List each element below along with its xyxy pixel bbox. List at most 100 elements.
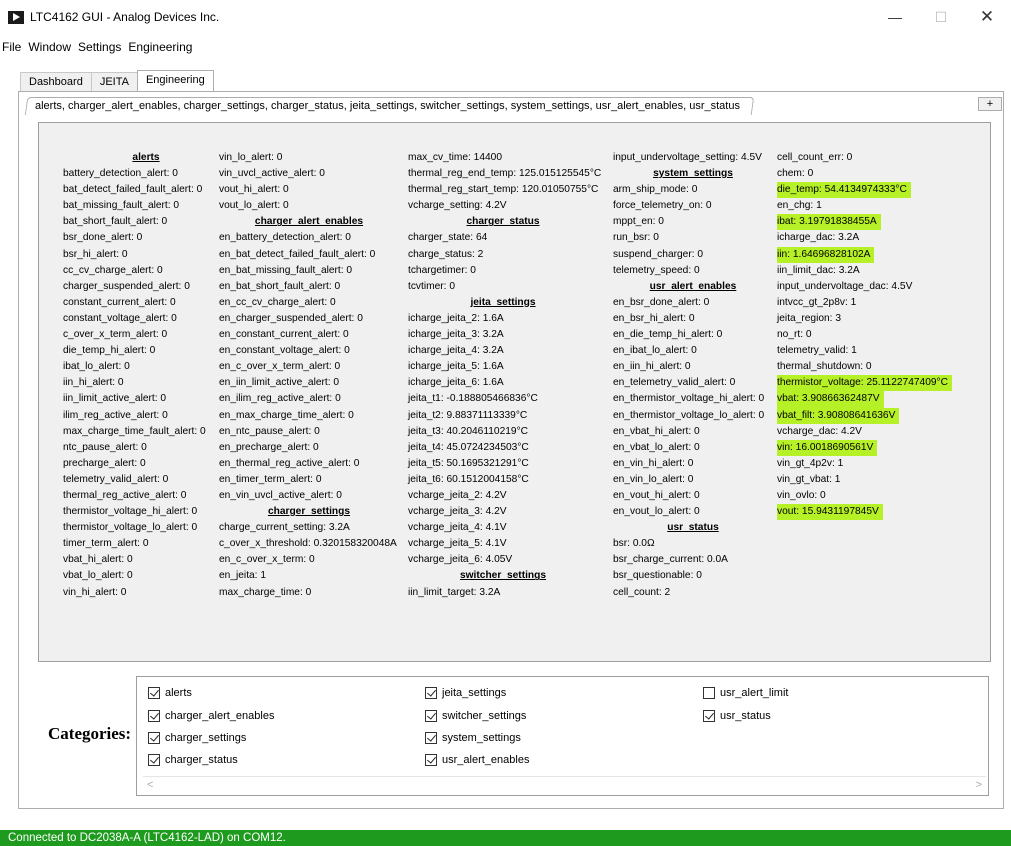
checkbox-usr-alert-limit[interactable]: usr_alert_limit: [703, 686, 788, 700]
menu-window[interactable]: Window: [28, 40, 78, 58]
register-value: jeita_region: 3: [777, 312, 842, 324]
checkbox-box[interactable]: [148, 754, 160, 766]
register-value: icharge_jeita_3: 3.2A: [408, 329, 504, 341]
register-value: vin_lo_alert: 0: [219, 152, 283, 163]
section-header: alerts: [132, 152, 160, 163]
checkbox-box[interactable]: [425, 710, 437, 722]
checkbox-alerts[interactable]: alerts: [148, 686, 192, 700]
register-value: iin_limit_target: 3.2A: [408, 586, 501, 598]
section-header: switcher_settings: [459, 570, 547, 582]
register-value: vbat_lo_alert: 0: [63, 570, 133, 582]
checkbox-usr-alert-enables[interactable]: usr_alert_enables: [425, 753, 529, 767]
minimize-button[interactable]: —: [872, 0, 918, 34]
checkbox-box[interactable]: [148, 732, 160, 744]
register-value: icharge_jeita_4: 3.2A: [408, 345, 504, 357]
checkbox-box[interactable]: [148, 710, 160, 722]
scroll-left-icon[interactable]: <: [147, 779, 153, 791]
section-header: usr_alert_enables: [649, 280, 737, 292]
register-value: en_vin_hi_alert: 0: [613, 457, 694, 469]
checkbox-system-settings[interactable]: system_settings: [425, 731, 521, 745]
checkbox-charger-status[interactable]: charger_status: [148, 753, 238, 767]
tab-jeita[interactable]: JEITA: [90, 72, 138, 91]
menu-settings[interactable]: Settings: [78, 40, 128, 58]
data-column-2: vin_lo_alert: 0 vin_uvcl_active_alert: 0 v…: [219, 150, 399, 601]
register-value: ntc_pause_alert: 0: [63, 441, 147, 453]
data-column-1: alerts battery_detection_alert: 0 bat_dete…: [63, 150, 229, 601]
section-header: usr_status: [667, 522, 719, 534]
register-value: en_battery_detection_alert: 0: [219, 232, 351, 244]
register-value: en_iin_limit_active_alert: 0: [219, 377, 340, 389]
register-value: bsr_done_alert: 0: [63, 232, 143, 244]
register-value: iin_limit_active_alert: 0: [63, 393, 167, 405]
register-value: thermistor_voltage_hi_alert: 0: [63, 506, 198, 518]
section-header: charger_alert_enables: [254, 216, 364, 228]
register-value: tcvtimer: 0: [408, 280, 455, 292]
add-tab-button[interactable]: +: [978, 97, 1002, 111]
register-value: vin: 16.0018690561V: [777, 439, 977, 456]
section-header: charger_settings: [267, 506, 351, 518]
horizontal-scrollbar[interactable]: < >: [143, 776, 986, 792]
register-value: en_vin_uvcl_active_alert: 0: [219, 489, 342, 501]
register-value: en_bat_short_fault_alert: 0: [219, 280, 341, 292]
menu-bar: File Window Settings Engineering: [0, 40, 199, 58]
register-value: chem: 0: [777, 168, 814, 180]
register-value: run_bsr: 0: [613, 232, 659, 244]
register-value: thermal_reg_end_temp: 125.015125545°C: [408, 168, 602, 180]
telemetry-highlight: ibat: 3.19791838455A: [777, 214, 881, 231]
category-tab[interactable]: alerts, charger_alert_enables, charger_s…: [24, 97, 755, 115]
register-value: en_vbat_hi_alert: 0: [613, 425, 700, 437]
register-value: en_c_over_x_term_alert: 0: [219, 361, 341, 373]
register-value: ibat_lo_alert: 0: [63, 361, 130, 373]
register-value: thermal_shutdown: 0: [777, 361, 872, 373]
register-value: charge_current_setting: 3.2A: [219, 522, 350, 534]
checkbox-box[interactable]: [425, 732, 437, 744]
checkbox-box[interactable]: [425, 687, 437, 699]
checkbox-jeita-settings[interactable]: jeita_settings: [425, 686, 506, 700]
register-value: en_bsr_done_alert: 0: [613, 296, 710, 308]
checkbox-box[interactable]: [148, 687, 160, 699]
checkbox-box[interactable]: [703, 687, 715, 699]
checkbox-box[interactable]: [425, 754, 437, 766]
scroll-right-icon[interactable]: >: [976, 779, 982, 791]
checkbox-box[interactable]: [703, 710, 715, 722]
register-value: thermal_reg_active_alert: 0: [63, 489, 187, 501]
checkbox-label: usr_status: [720, 710, 771, 722]
register-value: jeita_t4: 45.0724234503°C: [408, 441, 529, 453]
register-value: intvcc_gt_2p8v: 1: [777, 296, 857, 308]
tab-dashboard[interactable]: Dashboard: [20, 72, 92, 91]
register-value: vcharge_jeita_3: 4.2V: [408, 506, 507, 518]
data-column-4: input_undervoltage_setting: 4.5V system_s…: [613, 150, 773, 601]
register-value: force_telemetry_on: 0: [613, 200, 712, 212]
register-value: max_charge_time_fault_alert: 0: [63, 425, 206, 437]
tab-engineering[interactable]: Engineering: [136, 70, 214, 91]
checkbox-charger-alert-enables[interactable]: charger_alert_enables: [148, 709, 274, 723]
register-value: icharge_dac: 3.2A: [777, 232, 860, 244]
checkbox-label: jeita_settings: [442, 687, 507, 699]
register-value: cc_cv_charge_alert: 0: [63, 264, 163, 276]
telemetry-highlight: vbat: 3.90866362487V: [777, 391, 884, 408]
close-button[interactable]: ✕: [964, 0, 1010, 34]
menu-file[interactable]: File: [0, 40, 28, 58]
register-data-panel: alerts battery_detection_alert: 0 bat_dete…: [38, 122, 991, 662]
register-value: en_c_over_x_term: 0: [219, 554, 315, 566]
maximize-button[interactable]: ☐: [918, 0, 964, 34]
register-value: thermistor_voltage: 25.1122747409°C: [777, 375, 977, 392]
register-value: en_vout_hi_alert: 0: [613, 489, 700, 501]
register-value: bat_short_fault_alert: 0: [63, 216, 168, 228]
register-value: vin_ovlo: 0: [777, 489, 826, 501]
register-value: en_vout_lo_alert: 0: [613, 506, 700, 518]
register-value: ilim_reg_active_alert: 0: [63, 409, 168, 421]
status-bar: Connected to DC2038A-A (LTC4162-LAD) on …: [0, 830, 1011, 846]
data-column-5: cell_count_err: 0 chem: 0 die_temp: 54.413…: [777, 150, 977, 521]
menu-engineering[interactable]: Engineering: [128, 40, 199, 58]
register-value: jeita_t2: 9.88371113339°C: [408, 409, 528, 421]
checkbox-label: usr_alert_limit: [720, 687, 789, 699]
register-value: input_undervoltage_setting: 4.5V: [613, 152, 762, 163]
checkbox-label: charger_alert_enables: [165, 710, 275, 722]
register-value: vin_uvcl_active_alert: 0: [219, 168, 325, 180]
register-value: en_vbat_lo_alert: 0: [613, 441, 700, 453]
checkbox-switcher-settings[interactable]: switcher_settings: [425, 709, 526, 723]
checkbox-charger-settings[interactable]: charger_settings: [148, 731, 246, 745]
register-value: vcharge_jeita_2: 4.2V: [408, 489, 507, 501]
checkbox-usr-status[interactable]: usr_status: [703, 709, 771, 723]
